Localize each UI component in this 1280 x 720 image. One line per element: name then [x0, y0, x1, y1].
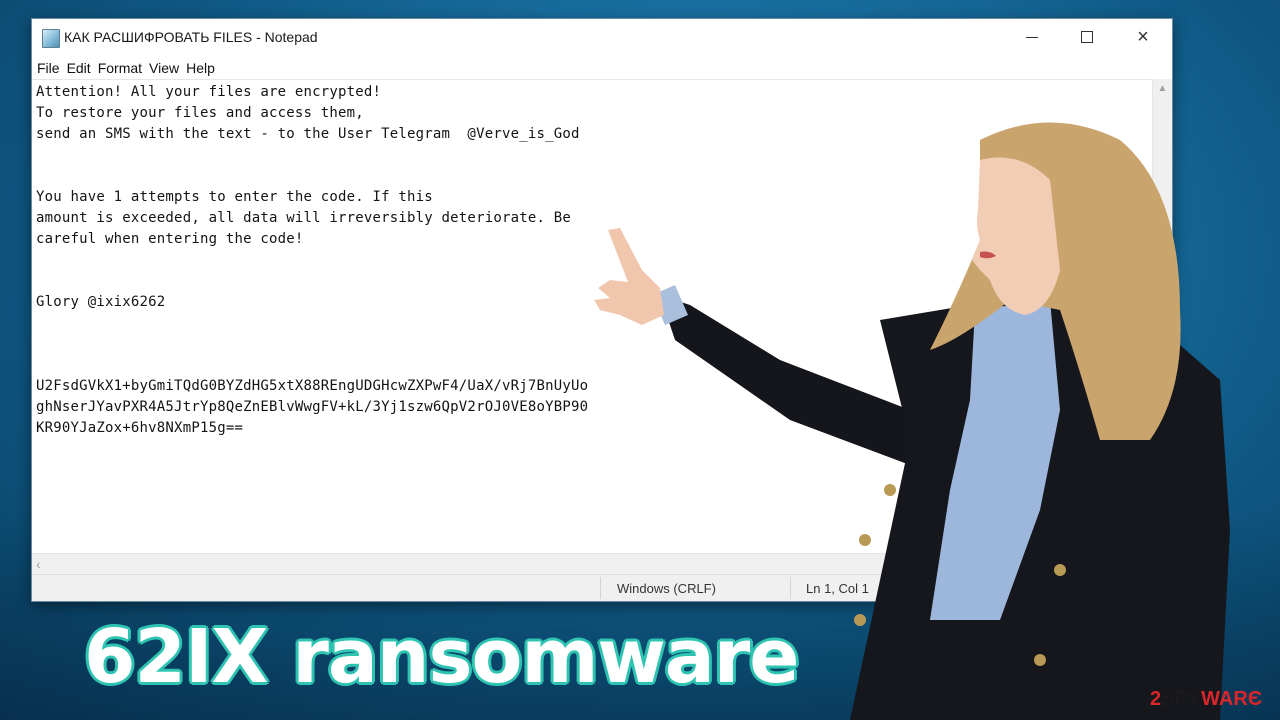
2spyware-logo: 2SPYWARЄ [1150, 688, 1262, 711]
menu-edit[interactable]: Edit [67, 60, 97, 76]
menu-file[interactable]: File [37, 60, 66, 76]
ransom-note-text[interactable]: Attention! All your files are encrypted!… [36, 82, 588, 439]
status-bar: Windows (CRLF) Ln 1, Col 1 [32, 574, 1172, 601]
status-divider [600, 577, 601, 599]
maximize-button[interactable] [1064, 19, 1110, 55]
minimize-button[interactable] [1009, 19, 1055, 55]
status-line-ending: Windows (CRLF) [617, 581, 716, 596]
scroll-left-arrow-icon[interactable]: ‹ [36, 556, 41, 572]
scroll-up-arrow-icon[interactable]: ▲ [1153, 79, 1172, 97]
logo-spy: SPY [1161, 688, 1202, 710]
status-divider [790, 577, 791, 599]
close-icon: × [1137, 26, 1149, 48]
close-button[interactable]: × [1120, 19, 1166, 55]
logo-ware: WARЄ [1201, 688, 1263, 710]
menu-bar: File Edit Format View Help [32, 57, 1172, 79]
vertical-scrollbar[interactable]: ▲ [1152, 79, 1172, 553]
minimize-icon [1026, 36, 1038, 38]
window-title: КАК РАСШИФРОВАТЬ FILES - Notepad [64, 29, 318, 45]
maximize-icon [1081, 31, 1093, 43]
menu-help[interactable]: Help [186, 60, 221, 76]
menu-view[interactable]: View [149, 60, 185, 76]
notepad-window: КАК РАСШИФРОВАТЬ FILES - Notepad × File … [31, 18, 1173, 602]
text-editor[interactable]: Attention! All your files are encrypted!… [32, 79, 1152, 553]
logo-number: 2 [1150, 688, 1162, 710]
menu-format[interactable]: Format [98, 60, 148, 76]
article-caption: 62IX ransomware [82, 613, 800, 702]
status-cursor-position: Ln 1, Col 1 [806, 581, 869, 596]
notepad-app-icon [42, 29, 60, 48]
title-bar[interactable]: КАК РАСШИФРОВАТЬ FILES - Notepad × [32, 19, 1172, 57]
horizontal-scrollbar[interactable]: ‹ [32, 553, 1172, 575]
